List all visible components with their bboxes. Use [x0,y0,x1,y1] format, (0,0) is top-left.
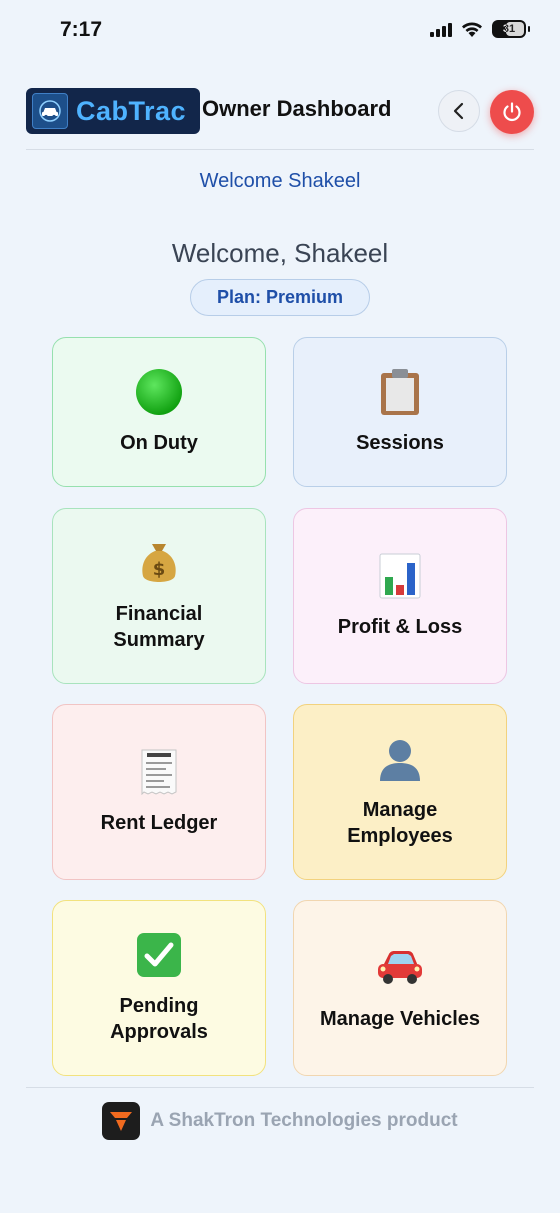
tile-sessions[interactable]: Sessions [293,337,507,487]
tile-label: Financial Summary [113,603,205,651]
footer-text: A ShakTron Technologies product [150,1110,458,1131]
tile-label: Rent Ledger [100,812,218,834]
tile-label: Pending Approvals [110,995,208,1043]
receipt-icon [141,748,177,796]
status-time: 7:17 [60,18,103,41]
tile-pending-approvals[interactable]: Pending Approvals [52,900,266,1076]
chevron-left-icon [453,102,464,120]
tile-profit-loss[interactable]: Profit & Loss [293,508,507,684]
svg-text:$: $ [153,559,166,580]
clipboard-icon [379,368,421,416]
welcome-link[interactable]: Welcome Shakeel [0,170,560,193]
tile-manage-vehicles[interactable]: Manage Vehicles [293,900,507,1076]
tile-label: Manage Vehicles [319,1008,481,1030]
logout-button[interactable] [490,90,534,134]
plan-badge: Plan: Premium [190,279,370,316]
status-bar: 7:17 31 [0,0,560,64]
money-bag-icon: $ [139,539,179,587]
bar-chart-icon [379,552,421,600]
tile-label: On Duty [120,432,198,454]
user-silhouette-icon [377,735,423,783]
power-icon [503,102,521,122]
footer-divider [26,1087,534,1088]
battery-level: 31 [502,23,516,35]
tile-label: Profit & Loss [337,616,463,638]
cabtrac-logo: CabTrac [26,88,200,134]
status-indicators: 31 [430,20,530,38]
tile-label: Sessions [356,432,444,454]
page-title: Owner Dashboard [202,96,392,121]
shaktron-logo-icon [102,1102,141,1140]
tile-rent-ledger[interactable]: Rent Ledger [52,704,266,880]
tile-label: Manage Employees [347,799,453,847]
logo-text: CabTrac [76,95,187,126]
welcome-heading: Welcome, Shakeel [171,238,389,268]
header-divider [26,149,534,150]
green-circle-icon [135,368,183,416]
back-button[interactable] [438,90,480,132]
check-mark-button-icon [136,931,182,979]
signal-icon [430,21,452,37]
car-icon [375,944,425,992]
wifi-icon [462,22,482,37]
tile-manage-employees[interactable]: Manage Employees [293,704,507,880]
footer: A ShakTron Technologies product [0,1100,560,1142]
car-logo-icon [32,93,68,129]
app-header: CabTrac Owner Dashboard [26,86,534,136]
tile-financial-summary[interactable]: $ Financial Summary [52,508,266,684]
tile-on-duty[interactable]: On Duty [52,337,266,487]
battery-icon: 31 [492,20,530,38]
